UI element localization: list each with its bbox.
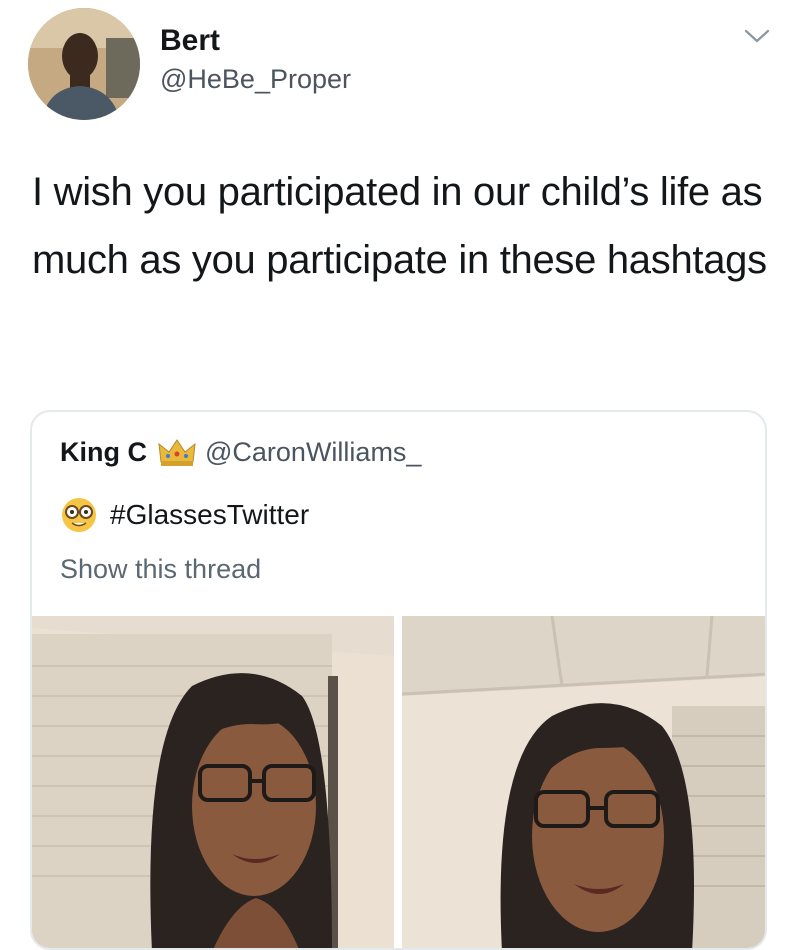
crown-emoji-icon — [158, 439, 196, 466]
author-handle[interactable]: @HeBe_Proper — [160, 64, 351, 95]
quoted-tweet-card[interactable]: King C @CaronWilliams_ #GlassesTwitter S… — [30, 410, 767, 950]
quoted-tweet-hashtag[interactable]: #GlassesTwitter — [110, 499, 309, 531]
selfie-photo-1[interactable] — [32, 616, 394, 948]
quoted-author-name[interactable]: King C — [60, 437, 147, 468]
author-avatar[interactable] — [28, 8, 140, 120]
quoted-tweet-header: King C @CaronWilliams_ — [60, 436, 421, 468]
show-thread-link[interactable]: Show this thread — [60, 554, 261, 585]
chevron-down-icon[interactable] — [743, 26, 771, 46]
tweet-text: I wish you participated in our child’s l… — [32, 170, 767, 282]
author-name[interactable]: Bert — [160, 24, 220, 58]
quoted-tweet-photos — [32, 616, 765, 948]
quoted-tweet-body: #GlassesTwitter — [60, 496, 309, 534]
nerd-face-emoji-icon — [62, 498, 96, 532]
selfie-photo-2[interactable] — [402, 616, 765, 948]
quoted-author-handle[interactable]: @CaronWilliams_ — [205, 437, 421, 468]
